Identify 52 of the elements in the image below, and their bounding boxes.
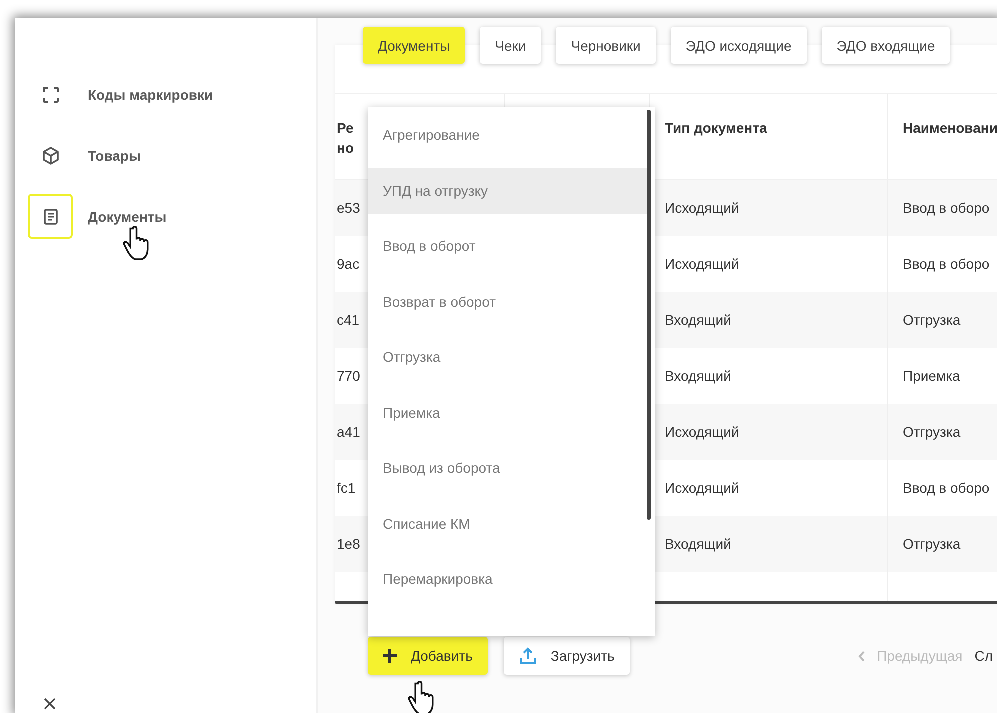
column-header: Ре но [337,119,356,158]
table-cell: Отгрузка [903,312,961,328]
nav-item[interactable]: Товары [88,148,141,164]
next-page-link[interactable]: Сл [974,648,993,664]
nav-item[interactable]: Коды маркировки [88,86,214,102]
table-cell: Исходящий [665,256,740,272]
table-cell: Отгрузка [903,424,961,440]
menu-item[interactable]: Отгрузка [368,334,647,380]
nav-item[interactable]: Документы [88,208,167,224]
table-cell: Входящий [665,536,732,552]
close-icon[interactable] [44,698,56,710]
table-cell: 770 [337,368,360,384]
menu-item[interactable]: Агрегирование [368,112,647,158]
table-cell: 9ac [337,256,360,272]
table-cell: Входящий [665,312,732,328]
tab[interactable]: Документы [363,27,466,64]
table-cell: 1e8 [337,536,360,552]
tab[interactable]: ЭДО входящие [822,27,950,64]
table-cell: Исходящий [665,480,740,496]
add-button[interactable]: Добавить [368,637,488,675]
upload-icon [518,647,537,665]
table-cell: Входящий [665,368,732,384]
table-cell: a41 [337,424,360,440]
tab[interactable]: Чеки [480,27,542,64]
menu-item[interactable]: Списание КМ [368,500,647,546]
upload-button[interactable]: Загрузить [504,637,630,675]
table-cell: Ввод в оборо [903,200,990,216]
menu-item[interactable]: Перемаркировка [368,556,647,602]
table-cell: Отгрузка [903,536,961,552]
nav-icon-frame[interactable] [28,194,73,239]
table-cell: Исходящий [665,200,740,216]
menu-scrollbar[interactable] [647,110,651,520]
table-cell: e53 [337,200,360,216]
tab[interactable]: Черновики [556,27,656,64]
table-cell: c41 [337,312,360,328]
table-cell: Приемка [903,368,960,384]
scan-frame-icon [40,84,60,104]
table-cell: Ввод в оборо [903,256,990,272]
table-cell: fc1 [337,480,356,496]
menu-item[interactable]: УПД на отгрузку [368,168,647,214]
menu-item[interactable]: Вывод из оборота [368,445,647,491]
chevron-left-icon [858,650,866,662]
cube-icon [40,146,60,166]
menu-item[interactable]: Приемка [368,390,647,436]
plus-icon [383,649,397,663]
table-cell: Ввод в оборо [903,480,990,496]
menu-item[interactable]: Возврат в оборот [368,278,647,324]
column-header: Тип документа [665,119,768,138]
menu-item[interactable]: Ввод в оборот [368,223,647,269]
table-cell: Исходящий [665,424,740,440]
column-header: Наименовани [903,119,997,138]
tab[interactable]: ЭДО исходящие [670,27,807,64]
